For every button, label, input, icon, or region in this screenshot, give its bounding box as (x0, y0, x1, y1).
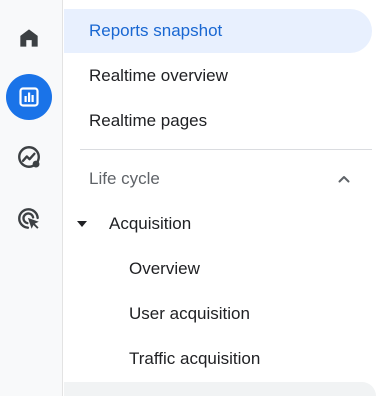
chevron-up-icon (338, 176, 350, 183)
reports-nav-panel: Reports snapshot Realtime overview Realt… (64, 0, 376, 396)
nav-rail (0, 0, 63, 396)
nav-item-realtime-pages[interactable]: Realtime pages (64, 99, 207, 143)
section-label: Life cycle (89, 169, 160, 188)
rail-explore-button[interactable] (6, 134, 52, 180)
advertising-icon (18, 208, 39, 229)
nav-item-label: Traffic acquisition (129, 349, 261, 368)
nav-divider (80, 149, 372, 150)
next-nav-item-partial (64, 382, 376, 396)
nav-item-reports-snapshot[interactable]: Reports snapshot (64, 9, 372, 53)
nav-item-user-acquisition[interactable]: User acquisition (64, 292, 250, 336)
nav-item-realtime-overview[interactable]: Realtime overview (64, 54, 228, 98)
nav-item-traffic-acquisition[interactable]: Traffic acquisition (64, 337, 260, 381)
section-life-cycle[interactable]: Life cycle (64, 157, 372, 201)
nav-item-label: Overview (129, 259, 200, 278)
group-acquisition[interactable]: Acquisition (64, 202, 372, 246)
nav-item-label: Realtime pages (89, 111, 208, 130)
caret-down-icon (77, 221, 87, 227)
nav-item-label: Reports snapshot (89, 21, 223, 40)
rail-advertising-button[interactable] (6, 196, 52, 242)
nav-item-label: Realtime overview (89, 66, 228, 85)
home-icon (20, 29, 38, 47)
reports-icon (19, 87, 39, 107)
explore-icon (18, 146, 40, 168)
nav-item-label: User acquisition (129, 304, 250, 323)
rail-reports-button[interactable] (6, 74, 52, 120)
group-label: Acquisition (109, 214, 192, 233)
rail-home-button[interactable] (6, 15, 52, 61)
nav-item-overview[interactable]: Overview (64, 247, 200, 291)
